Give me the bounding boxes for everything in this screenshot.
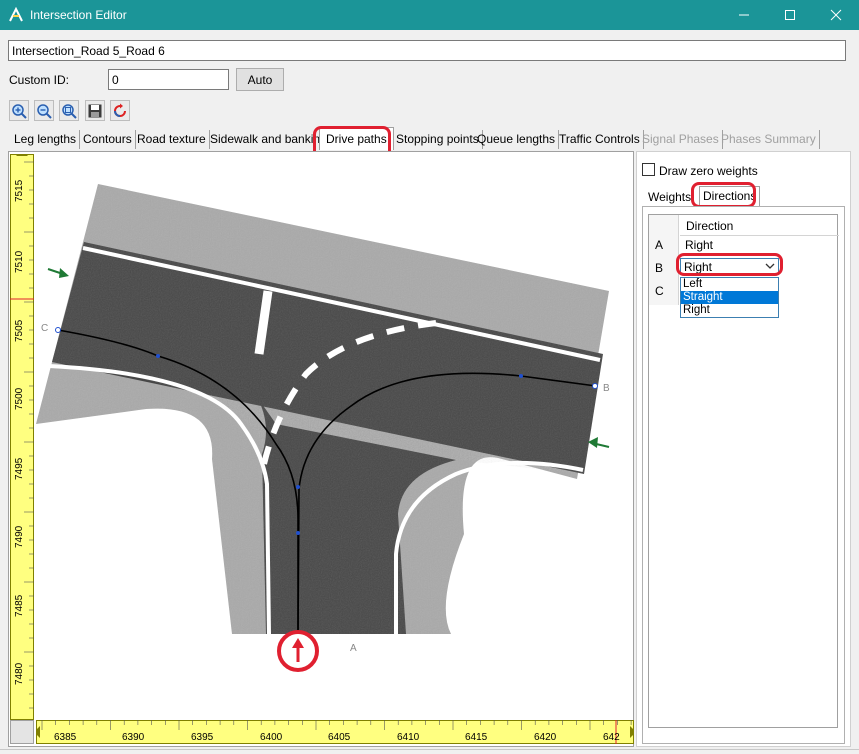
zoom-out-icon [37, 103, 52, 119]
tab-leg-lengths[interactable]: Leg lengths [11, 130, 81, 149]
tab-phases-summary: Phases Summary [718, 130, 820, 149]
inbound-arrow-icon [47, 268, 69, 278]
path-node[interactable] [55, 327, 61, 333]
direction-combo-value: Right [684, 260, 713, 274]
zoom-in-button[interactable] [9, 100, 29, 121]
leg-label-a: A [350, 643, 357, 654]
leg-label-b: B [603, 383, 610, 394]
ruler-x-label: 6420 [534, 732, 557, 743]
grid-header: Direction [680, 215, 839, 236]
auto-button[interactable]: Auto [236, 68, 284, 91]
path-node[interactable] [592, 383, 598, 389]
direction-column-header: Direction [686, 219, 734, 233]
custom-id-label: Custom ID: [9, 73, 70, 87]
app-icon [8, 6, 24, 23]
path-node[interactable] [156, 354, 160, 358]
grid-row-header-column [649, 215, 679, 305]
vertical-ruler: 7515 7510 7505 7500 7495 7490 7485 7480 [10, 154, 34, 720]
window-title: Intersection Editor [30, 8, 127, 22]
ruler-y-label: 7485 [14, 594, 25, 617]
save-icon [88, 104, 102, 117]
leg-label-c: C [41, 323, 48, 334]
refresh-button[interactable] [110, 100, 130, 121]
save-button[interactable] [85, 100, 105, 121]
dropdown-option-right[interactable]: Right [681, 304, 778, 317]
ruler-x-label: 6410 [397, 732, 420, 743]
zoom-in-icon [12, 103, 27, 119]
direction-cell-a[interactable]: Right [685, 238, 713, 252]
row-label-a: A [655, 238, 664, 252]
dropdown-option-left[interactable]: Left [681, 278, 778, 291]
minimize-icon[interactable] [721, 0, 767, 30]
path-node[interactable] [296, 485, 300, 489]
zoom-out-button[interactable] [34, 100, 54, 121]
ruler-x-label: 6385 [54, 732, 77, 743]
path-node[interactable] [519, 374, 523, 378]
tab-road-texture[interactable]: Road texture [134, 130, 210, 149]
ruler-y-label: 7510 [14, 250, 25, 273]
tab-sidewalk-and-banking[interactable]: Sidewalk and banking [207, 130, 331, 149]
ruler-x-label: 6390 [122, 732, 145, 743]
subtab-directions[interactable]: Directions [699, 186, 761, 206]
tab-drive-paths[interactable]: Drive paths [319, 127, 394, 150]
ruler-x-label: 6395 [191, 732, 214, 743]
zoom-fit-button[interactable] [59, 100, 79, 121]
ruler-x-label: 6405 [328, 732, 351, 743]
tab-signal-phases: Signal Phases [639, 130, 723, 149]
ruler-x-label: 6400 [260, 732, 283, 743]
direction-dropdown-list[interactable]: Left Straight Right [680, 277, 779, 318]
tab-traffic-controls[interactable]: Traffic Controls [556, 130, 644, 149]
inbound-arrow-icon [588, 437, 610, 448]
ruler-y-label: 7500 [14, 387, 25, 410]
close-icon[interactable] [813, 0, 859, 30]
ruler-x-label: 642 [603, 732, 620, 743]
zoom-fit-icon [62, 103, 77, 119]
tab-queue-lengths[interactable]: Queue lengths [474, 130, 560, 149]
row-label-b: B [655, 261, 664, 275]
tab-stopping-points[interactable]: Stopping points [393, 130, 483, 149]
ruler-y-label: 7480 [14, 662, 25, 685]
subtab-weights[interactable]: Weights [648, 189, 691, 206]
ruler-corner [10, 720, 34, 744]
dropdown-option-straight[interactable]: Straight [681, 291, 778, 304]
ruler-y-label: 7505 [14, 319, 25, 342]
ruler-y-label: 7515 [14, 179, 25, 202]
refresh-icon [114, 103, 126, 117]
row-label-c: C [655, 284, 664, 298]
ruler-y-label: 7490 [14, 525, 25, 548]
intersection-name-input[interactable] [8, 40, 846, 61]
intersection-canvas[interactable]: C B A [36, 154, 634, 720]
title-bar: Intersection Editor [0, 0, 859, 30]
draw-zero-weights-checkbox[interactable] [642, 163, 655, 176]
path-node[interactable] [296, 531, 300, 535]
chevron-down-icon [765, 263, 775, 269]
ruler-y-label: 7495 [14, 457, 25, 480]
ruler-x-label: 6415 [465, 732, 488, 743]
status-strip [0, 749, 859, 754]
direction-combo-b[interactable]: Right [680, 258, 779, 275]
tab-contours[interactable]: Contours [80, 130, 136, 149]
draw-zero-weights-label: Draw zero weights [659, 164, 758, 178]
horizontal-ruler: 6385 6390 6395 6400 6405 6410 6415 6420 … [36, 720, 634, 744]
maximize-icon[interactable] [767, 0, 813, 30]
custom-id-input[interactable] [108, 69, 229, 90]
